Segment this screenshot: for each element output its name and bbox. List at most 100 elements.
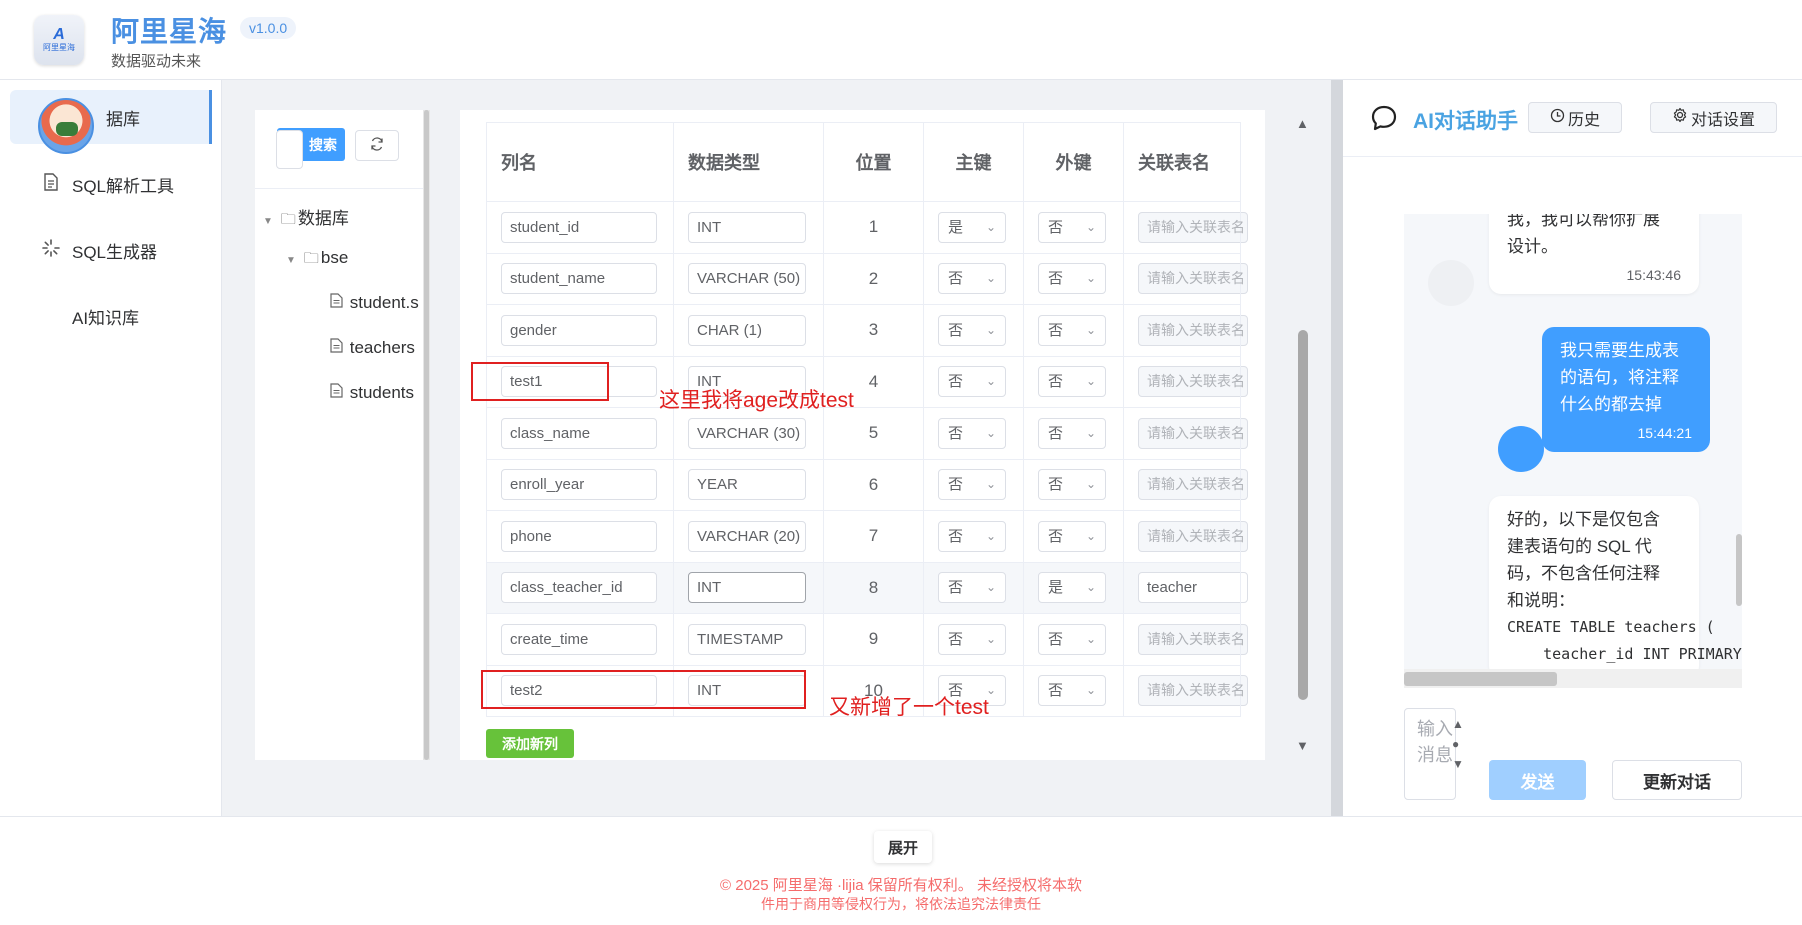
cell-fk: 否 ⌄ [1023, 664, 1124, 717]
renew-chat-button[interactable]: 更新对话 [1612, 760, 1742, 800]
primary-key-select[interactable]: 否 ⌄ [938, 572, 1006, 604]
cell-pk: 否 ⌄ [923, 252, 1024, 305]
cell-position: 2 [823, 252, 924, 305]
tree-node-table[interactable]: student.s [330, 293, 423, 313]
nav-item-sql-generator[interactable]: SQL生成器 [10, 223, 212, 277]
foreign-key-select[interactable]: 否 ⌄ [1038, 314, 1106, 346]
scroll-down-icon[interactable]: ▼ [1296, 738, 1309, 753]
scroll-thumb[interactable] [1298, 330, 1308, 700]
primary-key-select[interactable]: 否 ⌄ [938, 469, 1006, 501]
foreign-key-select[interactable]: 否 ⌄ [1038, 675, 1106, 707]
nav-item-sql-parser[interactable]: SQL解析工具 [10, 157, 212, 211]
ai-avatar [1428, 260, 1474, 306]
foreign-key-select[interactable]: 否 ⌄ [1038, 263, 1106, 295]
foreign-key-select[interactable]: 否 ⌄ [1038, 211, 1106, 243]
primary-key-select[interactable]: 否 ⌄ [938, 520, 1006, 552]
chat-input[interactable]: 输入消息 [1404, 708, 1456, 800]
cell-position: 9 [823, 613, 924, 666]
chevron-down-icon: ⌄ [1085, 528, 1096, 543]
column-name-input[interactable]: enroll_year [501, 469, 657, 501]
chat-title: AI对话助手 [1413, 110, 1518, 133]
tree-scrollbar[interactable] [423, 110, 430, 760]
ref-table-input[interactable]: 请输入关联表名 [1138, 263, 1248, 295]
primary-key-select[interactable]: 否 ⌄ [938, 366, 1006, 398]
folder-icon: 🗀 [303, 250, 319, 267]
ref-table-input[interactable]: 请输入关联表名 [1138, 366, 1248, 398]
chat-messages: 我，我可以帮你扩展 设计。 15:43:46 我只需要生成表 的语句，将注释 什… [1404, 214, 1742, 688]
table-row: enroll_year YEAR 6 否 ⌄ 否 ⌄ 请输入关联表名 [486, 458, 1248, 511]
cell-ref-table: 请输入关联表名 [1123, 355, 1248, 408]
tree-node-table[interactable]: students [330, 383, 423, 403]
expand-button[interactable]: 展开 [874, 831, 932, 863]
ref-table-input[interactable]: 请输入关联表名 [1138, 520, 1248, 552]
tree-node-db[interactable]: ▼ 🗀 bse [286, 248, 348, 273]
primary-key-select[interactable]: 否 ⌄ [938, 417, 1006, 449]
panel-splitter[interactable] [1331, 80, 1343, 816]
primary-key-select[interactable]: 否 ⌄ [938, 263, 1006, 295]
column-name-input[interactable]: class_teacher_id [501, 572, 657, 604]
ref-table-input[interactable]: 请输入关联表名 [1138, 314, 1248, 346]
column-name-input[interactable]: gender [501, 314, 657, 346]
history-button[interactable]: 历史 [1528, 102, 1622, 133]
table-row: student_id INT 1 是 ⌄ 否 ⌄ 请输入关联表名 [486, 201, 1248, 254]
data-type-input[interactable]: VARCHAR (50) [688, 263, 806, 295]
column-name-input[interactable]: class_name [501, 417, 657, 449]
data-type-input[interactable]: INT [688, 211, 806, 243]
app-header: A 阿里星海 阿里星海 v1.0.0 数据驱动未来 [0, 0, 1802, 80]
cell-pk: 否 ⌄ [923, 458, 1024, 511]
file-icon [330, 383, 343, 402]
cell-ref-table: 请输入关联表名 [1123, 510, 1248, 563]
table-row: class_name VARCHAR (30) 5 否 ⌄ 否 ⌄ 请输入关联表名 [486, 407, 1248, 460]
data-type-input[interactable]: VARCHAR (30) [688, 417, 806, 449]
main-scrollbar[interactable]: ▲ ▼ [1296, 110, 1310, 760]
cell-name: student_name [486, 252, 674, 305]
send-button[interactable]: 发送 [1489, 760, 1586, 800]
foreign-key-select[interactable]: 否 ⌄ [1038, 366, 1106, 398]
chat-scroll-thumb[interactable] [1736, 534, 1742, 606]
input-resize-handle[interactable]: ▲ ● ▼ [1452, 714, 1464, 774]
data-type-input[interactable]: CHAR (1) [688, 314, 806, 346]
version-badge: v1.0.0 [240, 17, 297, 39]
ref-table-input[interactable]: 请输入关联表名 [1138, 623, 1248, 655]
column-name-input[interactable]: student_id [501, 211, 657, 243]
tree-node-root[interactable]: ▼ 🗀 数据库 [263, 204, 349, 234]
refresh-button[interactable] [355, 130, 399, 161]
scroll-up-icon[interactable]: ▲ [1296, 116, 1309, 131]
primary-key-select[interactable]: 是 ⌄ [938, 211, 1006, 243]
column-name-input[interactable]: phone [501, 520, 657, 552]
data-type-input[interactable]: YEAR [688, 469, 806, 501]
foreign-key-select[interactable]: 是 ⌄ [1038, 572, 1106, 604]
cell-pk: 否 ⌄ [923, 407, 1024, 460]
chat-hscrollbar[interactable] [1404, 669, 1742, 688]
col-header-pk: 主键 [923, 122, 1024, 202]
ref-table-input[interactable]: 请输入关联表名 [1138, 675, 1248, 707]
foreign-key-select[interactable]: 否 ⌄ [1038, 520, 1106, 552]
ref-table-input[interactable]: teacher [1138, 572, 1248, 604]
tree-node-table[interactable]: teachers [330, 338, 423, 358]
ref-table-input[interactable]: 请输入关联表名 [1138, 417, 1248, 449]
chat-settings-button[interactable]: 对话设置 [1650, 102, 1777, 133]
foreign-key-select[interactable]: 否 ⌄ [1038, 469, 1106, 501]
foreign-key-select[interactable]: 否 ⌄ [1038, 623, 1106, 655]
ref-table-input[interactable]: 请输入关联表名 [1138, 469, 1248, 501]
add-column-button[interactable]: 添加新列 [486, 729, 574, 758]
search-input[interactable] [276, 130, 303, 169]
data-type-input[interactable]: TIMESTAMP [688, 623, 806, 655]
cell-fk: 否 ⌄ [1023, 304, 1124, 357]
data-type-input[interactable]: VARCHAR (20) [688, 520, 806, 552]
primary-key-select[interactable]: 否 ⌄ [938, 623, 1006, 655]
column-name-input[interactable]: student_name [501, 263, 657, 295]
cell-fk: 否 ⌄ [1023, 510, 1124, 563]
nav-item-label: SQL生成器 [72, 242, 158, 262]
data-type-input[interactable]: INT [688, 572, 806, 604]
col-header-fk: 外键 [1023, 122, 1124, 202]
user-avatar[interactable] [38, 98, 94, 154]
primary-key-select[interactable]: 否 ⌄ [938, 314, 1006, 346]
cell-type: VARCHAR (20) [673, 510, 824, 563]
column-name-input[interactable]: create_time [501, 623, 657, 655]
foreign-key-select[interactable]: 否 ⌄ [1038, 417, 1106, 449]
annotation-text: 又新增了一个test [829, 696, 989, 719]
nav-item-ai-knowledge[interactable]: AI知识库 [10, 289, 212, 343]
ref-table-input[interactable]: 请输入关联表名 [1138, 211, 1248, 243]
cell-type: VARCHAR (50) [673, 252, 824, 305]
